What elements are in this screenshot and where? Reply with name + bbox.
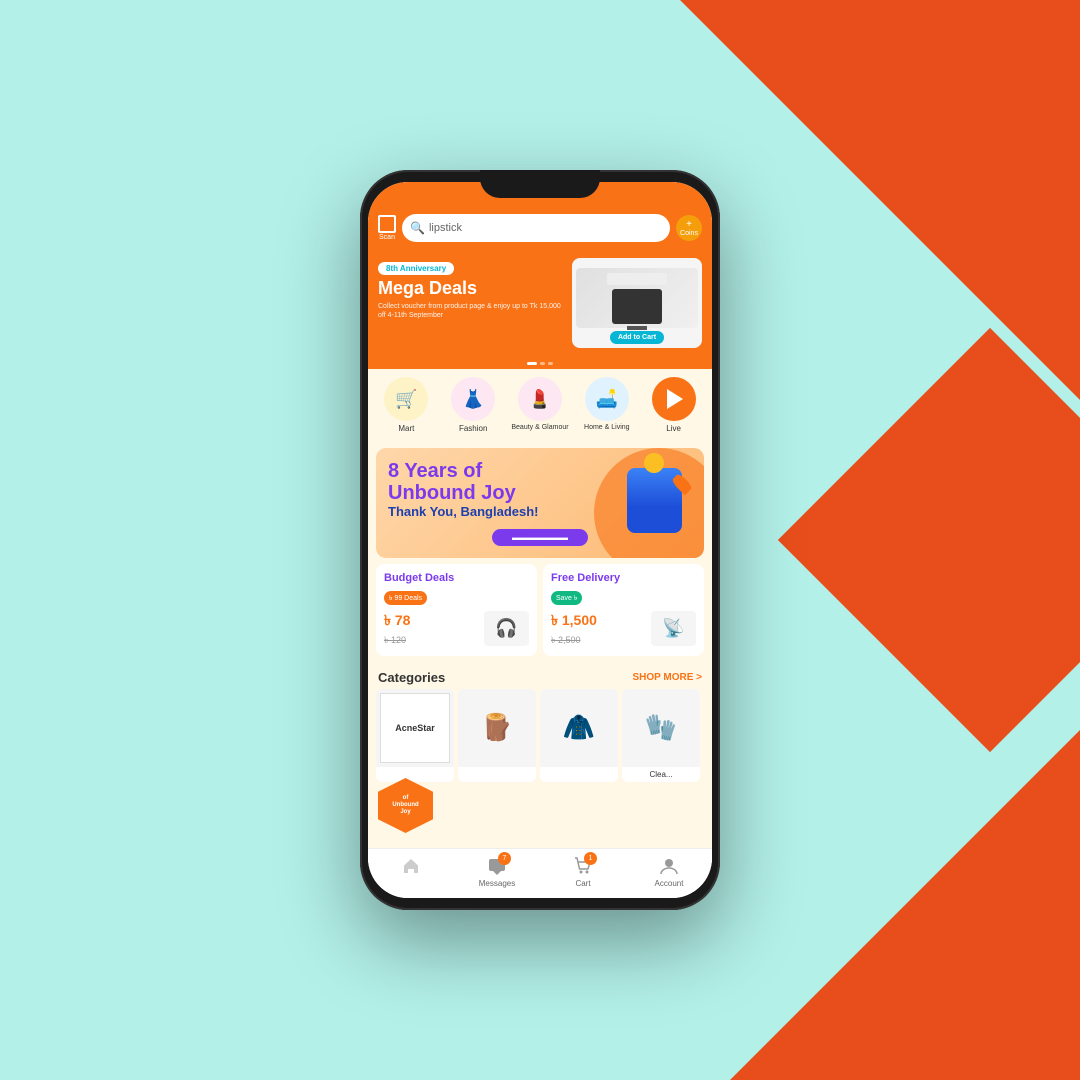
screen-content: Scan 🔍 lipstick + Coins 8th Anniversary [368,182,712,898]
cart-badge: 1 [584,852,597,865]
categories-row: 🛒 Mart 👗 Fashion 💄 Beauty & Glamour 🛋️ H… [368,369,712,442]
beauty-label: Beauty & Glamour [511,424,568,432]
coat-image: 🧥 [540,689,618,767]
nav-home[interactable] [368,855,454,888]
home-label: Home & Living [584,424,630,432]
budget-deals-card[interactable]: Budget Deals ৳ 99 Deals ৳ 78 ৳ 120 🎧 [376,564,537,656]
home-icon: 🛋️ [585,377,629,421]
product-stand[interactable]: 🪵 [458,689,536,782]
search-bar[interactable]: 🔍 lipstick [402,214,670,242]
cart-nav-icon: 1 [572,855,594,877]
mart-icon: 🛒 [384,377,428,421]
corner-badge-text: of Unbound Joy [392,795,418,817]
fashion-label: Fashion [459,424,487,434]
free-delivery-price: ৳ 1,500 [551,609,597,633]
scan-icon [378,215,396,233]
nav-cart[interactable]: 1 Cart [540,855,626,888]
deals-row: Budget Deals ৳ 99 Deals ৳ 78 ৳ 120 🎧 Fre [376,564,704,656]
corner-anniversary-badge: of Unbound Joy [378,778,433,833]
promo-subtitle: Thank You, Bangladesh! [388,504,692,519]
promo-main-text: Unbound Joy [388,482,692,504]
free-delivery-title: Free Delivery [551,572,696,584]
anniversary-badge: 8th Anniversary [378,262,454,275]
product-glove-label: Clea... [622,767,700,782]
banner-product-image [576,268,698,328]
budget-deals-badge: ৳ 99 Deals [384,591,427,605]
bg-triangle-bottom-right [730,730,1080,1080]
product-grid: AcneStar 🪵 🧥 🧤 Clea... [368,689,712,782]
coins-button[interactable]: + Coins [676,215,702,241]
phone-wrapper: Scan 🔍 lipstick + Coins 8th Anniversary [360,170,720,910]
messages-nav-icon: 7 [486,855,508,877]
budget-deals-price: ৳ 78 [384,609,410,633]
messages-nav-label: Messages [479,879,515,888]
home-nav-icon [400,855,422,877]
budget-deals-title: Budget Deals [384,572,529,584]
dot-indicators [368,358,712,369]
banner-area: 8th Anniversary Mega Deals Collect vouch… [368,250,712,358]
beauty-icon: 💄 [518,377,562,421]
live-label: Live [666,424,681,434]
mega-deals-title: Mega Deals [378,279,564,299]
category-fashion[interactable]: 👗 Fashion [444,377,502,434]
search-input-value[interactable]: lipstick [429,222,462,234]
phone-screen: Scan 🔍 lipstick + Coins 8th Anniversary [368,182,712,898]
promo-cta-button[interactable]: ▬▬▬▬▬▬▬ [492,529,588,546]
product-glove[interactable]: 🧤 Clea... [622,689,700,782]
banner-left: 8th Anniversary Mega Deals Collect vouch… [378,258,564,348]
glove-image: 🧤 [622,689,700,767]
acnestar-image: AcneStar [376,689,454,767]
account-nav-label: Account [655,879,684,888]
fashion-icon: 👗 [451,377,495,421]
free-delivery-card[interactable]: Free Delivery Save ৳ ৳ 1,500 ৳ 2,500 📡 [543,564,704,656]
free-delivery-original-price: ৳ 2,500 [551,633,597,648]
product-acnestar[interactable]: AcneStar [376,689,454,782]
dot-1 [527,362,537,365]
nav-account[interactable]: Account [626,855,712,888]
play-icon [667,389,683,409]
product-coat[interactable]: 🧥 [540,689,618,782]
banner-right: Add to Cart [572,258,702,348]
stand-image: 🪵 [458,689,536,767]
phone-shell: Scan 🔍 lipstick + Coins 8th Anniversary [360,170,720,910]
nav-messages[interactable]: 7 Messages [454,855,540,888]
category-beauty[interactable]: 💄 Beauty & Glamour [511,377,569,432]
bottom-nav: 7 Messages 1 Cart [368,848,712,898]
scan-button[interactable]: Scan [378,215,396,241]
coins-label: Coins [680,230,698,237]
categories-heading: Categories [378,670,445,685]
cart-nav-label: Cart [575,879,590,888]
search-icon: 🔍 [410,221,425,235]
promo-years-text: 8 Years of [388,460,692,482]
free-delivery-badge: Save ৳ [551,591,582,605]
banner-description: Collect voucher from product page & enjo… [378,302,564,320]
category-live[interactable]: Live [645,377,703,434]
account-nav-icon [658,855,680,877]
phone-notch [480,170,600,198]
dot-3 [548,362,553,365]
add-to-cart-button[interactable]: Add to Cart [610,331,664,344]
live-icon [652,377,696,421]
scan-label: Scan [379,234,395,241]
category-mart[interactable]: 🛒 Mart [377,377,435,434]
mart-label: Mart [398,424,414,434]
budget-deals-original-price: ৳ 120 [384,633,410,648]
category-home[interactable]: 🛋️ Home & Living [578,377,636,432]
shop-more-link[interactable]: SHOP MORE > [632,672,702,683]
budget-deals-content: ৳ 78 ৳ 120 🎧 [384,609,529,648]
router-icon: 📡 [651,611,696,646]
free-delivery-content: ৳ 1,500 ৳ 2,500 📡 [551,609,696,648]
categories-section-header: Categories SHOP MORE > [368,662,712,689]
tv-icon [612,289,662,324]
messages-badge: 7 [498,852,511,865]
dot-2 [540,362,545,365]
earphones-icon: 🎧 [484,611,529,646]
bg-triangle-top-right [680,0,1080,400]
promo-banner[interactable]: 8 Years of Unbound Joy Thank You, Bangla… [376,448,704,558]
acnestar-logo: AcneStar [380,693,450,763]
